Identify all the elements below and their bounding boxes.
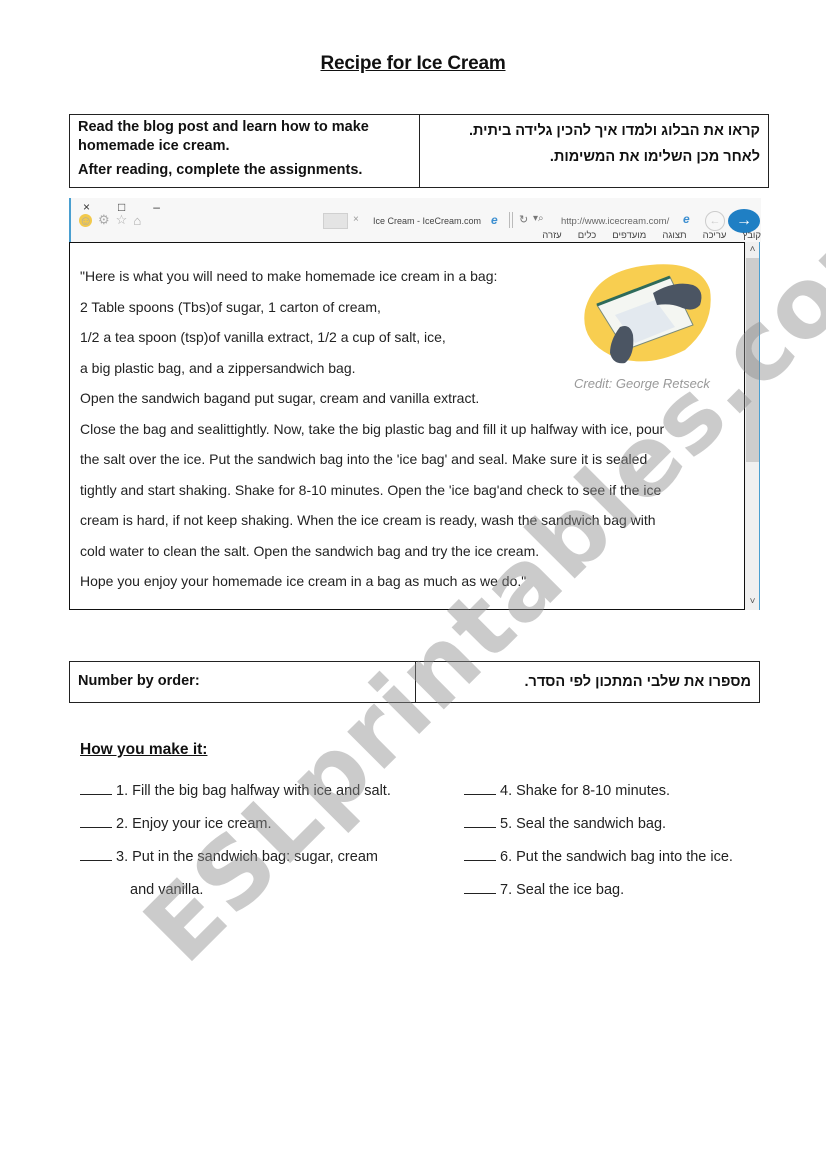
home-icon[interactable]: ⌂	[133, 213, 141, 228]
answer-blank[interactable]	[464, 814, 496, 828]
scroll-down-icon[interactable]: ˅	[745, 596, 760, 607]
steps-right-column: 4. Shake for 8-10 minutes. 5. Seal the s…	[464, 775, 733, 907]
scroll-up-icon[interactable]: ˄	[745, 244, 760, 255]
step-item: 4. Shake for 8-10 minutes.	[464, 775, 733, 808]
browser-content: "Here is what you will need to make home…	[69, 242, 745, 610]
step-text: 1. Fill the big bag halfway with ice and…	[116, 783, 391, 799]
step-text: 7. Seal the ice bag.	[500, 882, 625, 898]
back-button[interactable]: ←	[705, 211, 725, 231]
step-item: 2. Enjoy your ice cream.	[80, 808, 391, 841]
instructions-en-line2: After reading, complete the assignments.	[78, 162, 363, 178]
refresh-icon[interactable]: ↻	[519, 213, 528, 226]
smiley-icon[interactable]: ☺	[79, 213, 92, 227]
answer-blank[interactable]	[464, 880, 496, 894]
page-title: Recipe for Ice Cream	[320, 53, 506, 74]
howto-heading: How you make it:	[80, 741, 208, 758]
answer-blank[interactable]	[80, 847, 112, 861]
browser-screenshot: × □ – ☺ ⚙ ☆ ⌂ × Ice Cream - IceCream.com…	[69, 198, 761, 612]
step-text: 6. Put the sandwich bag into the ice.	[500, 849, 733, 865]
blog-line: tightly and start shaking. Shake for 8-1…	[80, 481, 662, 498]
step-item: 7. Seal the ice bag.	[464, 874, 733, 907]
instructions-table: Read the blog post and learn how to make…	[69, 114, 769, 188]
tab-title[interactable]: Ice Cream - IceCream.com	[373, 216, 481, 226]
image-credit: Credit: George Retseck	[574, 376, 710, 391]
step-item: 3. Put in the sandwich bag: sugar, cream	[80, 841, 391, 874]
ice-cream-bag-illustration	[584, 264, 711, 364]
menu-view[interactable]: תצוגה	[662, 230, 686, 241]
gear-icon[interactable]: ⚙	[98, 212, 110, 228]
toolbar-divider	[509, 212, 513, 228]
order-instruction-hebrew: מספרו את שלבי המתכון לפי הסדר.	[524, 674, 751, 690]
menu-help[interactable]: עזרה	[542, 230, 561, 241]
order-instruction-english: Number by order:	[70, 662, 416, 702]
step-text: 2. Enjoy your ice cream.	[116, 816, 272, 832]
answer-blank[interactable]	[464, 781, 496, 795]
steps-left-column: 1. Fill the big bag halfway with ice and…	[80, 775, 391, 907]
scrollbar-thumb[interactable]	[746, 258, 759, 462]
step-item: 1. Fill the big bag halfway with ice and…	[80, 775, 391, 808]
menu-favorites[interactable]: מועדפים	[612, 230, 646, 241]
answer-blank[interactable]	[464, 847, 496, 861]
menu-file[interactable]: קובץ	[742, 230, 761, 241]
ie-logo-icon: e	[491, 213, 498, 227]
vertical-scrollbar[interactable]: ˄ ˅	[745, 242, 760, 610]
star-icon[interactable]: ☆	[116, 212, 128, 228]
blog-line: cold water to clean the salt. Open the s…	[80, 542, 540, 559]
instructions-he-line2: לאחר מכן השלימו את המשימות.	[549, 149, 760, 165]
step-continuation: and vanilla.	[130, 882, 204, 898]
step-text: 5. Seal the sandwich bag.	[500, 816, 667, 832]
order-instruction-table: Number by order: מספרו את שלבי המתכון לפ…	[69, 661, 760, 703]
instructions-hebrew: קראו את הבלוג ולמדו איך להכין גלידה ביתי…	[420, 115, 768, 187]
new-tab-button[interactable]	[323, 213, 348, 229]
toolbar-icons: ☺ ⚙ ☆ ⌂	[79, 212, 141, 228]
blog-line: Hope you enjoy your homemade ice cream i…	[80, 573, 527, 589]
instructions-he-line1: קראו את הבלוג ולמדו איך להכין גלידה ביתי…	[468, 123, 760, 139]
browser-toolbar: × □ – ☺ ⚙ ☆ ⌂ × Ice Cream - IceCream.com…	[69, 198, 761, 242]
minimize-icon[interactable]: –	[153, 200, 160, 214]
instructions-english: Read the blog post and learn how to make…	[70, 115, 420, 187]
menu-edit[interactable]: עריכה	[703, 230, 727, 241]
address-bar[interactable]: http://www.icecream.com/	[561, 216, 669, 227]
tab-close-icon[interactable]: ×	[353, 214, 359, 225]
blog-line: the salt over the ice. Put the sandwich …	[80, 451, 648, 467]
instructions-en-line1: Read the blog post and learn how to make…	[78, 119, 369, 154]
step-item: 6. Put the sandwich bag into the ice.	[464, 841, 733, 874]
answer-blank[interactable]	[80, 781, 112, 795]
step-item: 5. Seal the sandwich bag.	[464, 808, 733, 841]
blog-line: Close the bag and sealittightly. Now, ta…	[80, 420, 665, 437]
answer-blank[interactable]	[80, 814, 112, 828]
ie-logo-icon: e	[683, 212, 690, 226]
search-icon[interactable]: ▾⌕	[533, 213, 544, 224]
step-text: 3. Put in the sandwich bag: sugar, cream	[116, 849, 378, 865]
menu-tools[interactable]: כלים	[578, 230, 597, 241]
blog-line: cream is hard, if not keep shaking. When…	[80, 512, 656, 528]
step-text: 4. Shake for 8-10 minutes.	[500, 783, 671, 799]
menu-bar: קובץ עריכה תצוגה מועדפים כלים עזרה	[511, 230, 761, 241]
